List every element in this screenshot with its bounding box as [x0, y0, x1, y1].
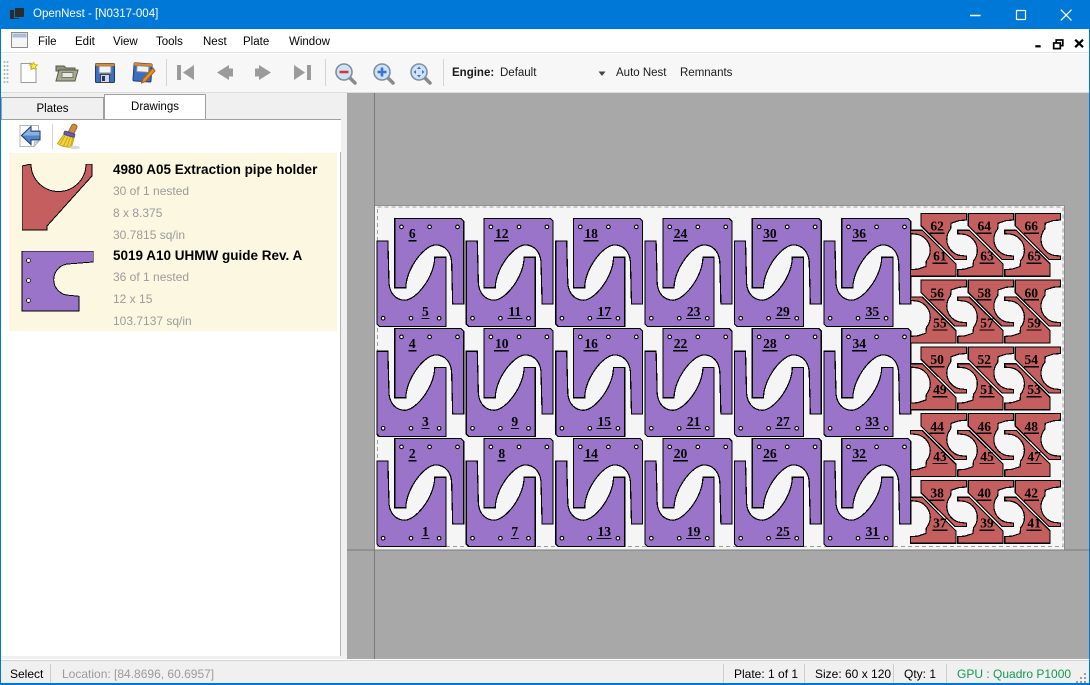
svg-text:1: 1	[422, 524, 429, 539]
svg-text:46: 46	[977, 419, 991, 434]
svg-text:18: 18	[584, 226, 598, 241]
svg-text:66: 66	[1025, 219, 1039, 234]
svg-text:14: 14	[584, 446, 598, 461]
svg-text:22: 22	[674, 336, 688, 351]
svg-text:19: 19	[687, 524, 701, 539]
svg-text:6: 6	[409, 226, 416, 241]
svg-text:30: 30	[763, 226, 777, 241]
svg-text:20: 20	[674, 446, 688, 461]
svg-text:60: 60	[1025, 285, 1039, 300]
svg-text:45: 45	[980, 449, 994, 464]
svg-text:42: 42	[1025, 486, 1039, 501]
svg-text:29: 29	[776, 304, 790, 319]
svg-text:39: 39	[980, 516, 994, 531]
svg-text:58: 58	[977, 285, 991, 300]
svg-text:44: 44	[930, 419, 944, 434]
svg-text:37: 37	[933, 516, 947, 531]
svg-text:16: 16	[584, 336, 598, 351]
svg-text:21: 21	[687, 414, 701, 429]
svg-text:27: 27	[776, 414, 790, 429]
svg-text:25: 25	[776, 524, 790, 539]
svg-text:31: 31	[866, 524, 880, 539]
svg-text:54: 54	[1025, 352, 1039, 367]
svg-text:32: 32	[853, 446, 867, 461]
svg-text:38: 38	[930, 486, 944, 501]
svg-text:59: 59	[1027, 315, 1041, 330]
svg-text:34: 34	[853, 336, 867, 351]
svg-text:13: 13	[597, 524, 611, 539]
svg-text:23: 23	[687, 304, 701, 319]
svg-text:61: 61	[933, 249, 947, 264]
svg-text:41: 41	[1027, 516, 1041, 531]
svg-text:4: 4	[409, 336, 416, 351]
svg-text:26: 26	[763, 446, 777, 461]
svg-text:47: 47	[1027, 449, 1041, 464]
svg-text:57: 57	[980, 315, 994, 330]
svg-text:7: 7	[511, 524, 518, 539]
svg-text:52: 52	[977, 352, 991, 367]
svg-text:49: 49	[933, 382, 947, 397]
svg-text:11: 11	[508, 304, 521, 319]
svg-text:53: 53	[1027, 382, 1041, 397]
svg-text:3: 3	[422, 414, 429, 429]
svg-text:64: 64	[977, 219, 991, 234]
svg-text:10: 10	[495, 336, 509, 351]
svg-text:35: 35	[866, 304, 880, 319]
svg-text:62: 62	[930, 219, 944, 234]
svg-text:33: 33	[866, 414, 880, 429]
svg-text:2: 2	[409, 446, 416, 461]
svg-text:51: 51	[980, 382, 994, 397]
svg-text:65: 65	[1027, 249, 1041, 264]
svg-text:63: 63	[980, 249, 994, 264]
svg-text:12: 12	[495, 226, 509, 241]
svg-text:17: 17	[597, 304, 611, 319]
svg-text:8: 8	[498, 446, 505, 461]
svg-text:50: 50	[930, 352, 944, 367]
svg-text:55: 55	[933, 315, 947, 330]
svg-text:56: 56	[930, 285, 944, 300]
svg-text:48: 48	[1025, 419, 1039, 434]
svg-text:24: 24	[674, 226, 688, 241]
svg-text:28: 28	[763, 336, 777, 351]
svg-text:9: 9	[511, 414, 518, 429]
svg-text:5: 5	[422, 304, 429, 319]
svg-text:15: 15	[597, 414, 611, 429]
svg-text:40: 40	[977, 486, 991, 501]
svg-text:36: 36	[853, 226, 867, 241]
svg-text:43: 43	[933, 449, 947, 464]
